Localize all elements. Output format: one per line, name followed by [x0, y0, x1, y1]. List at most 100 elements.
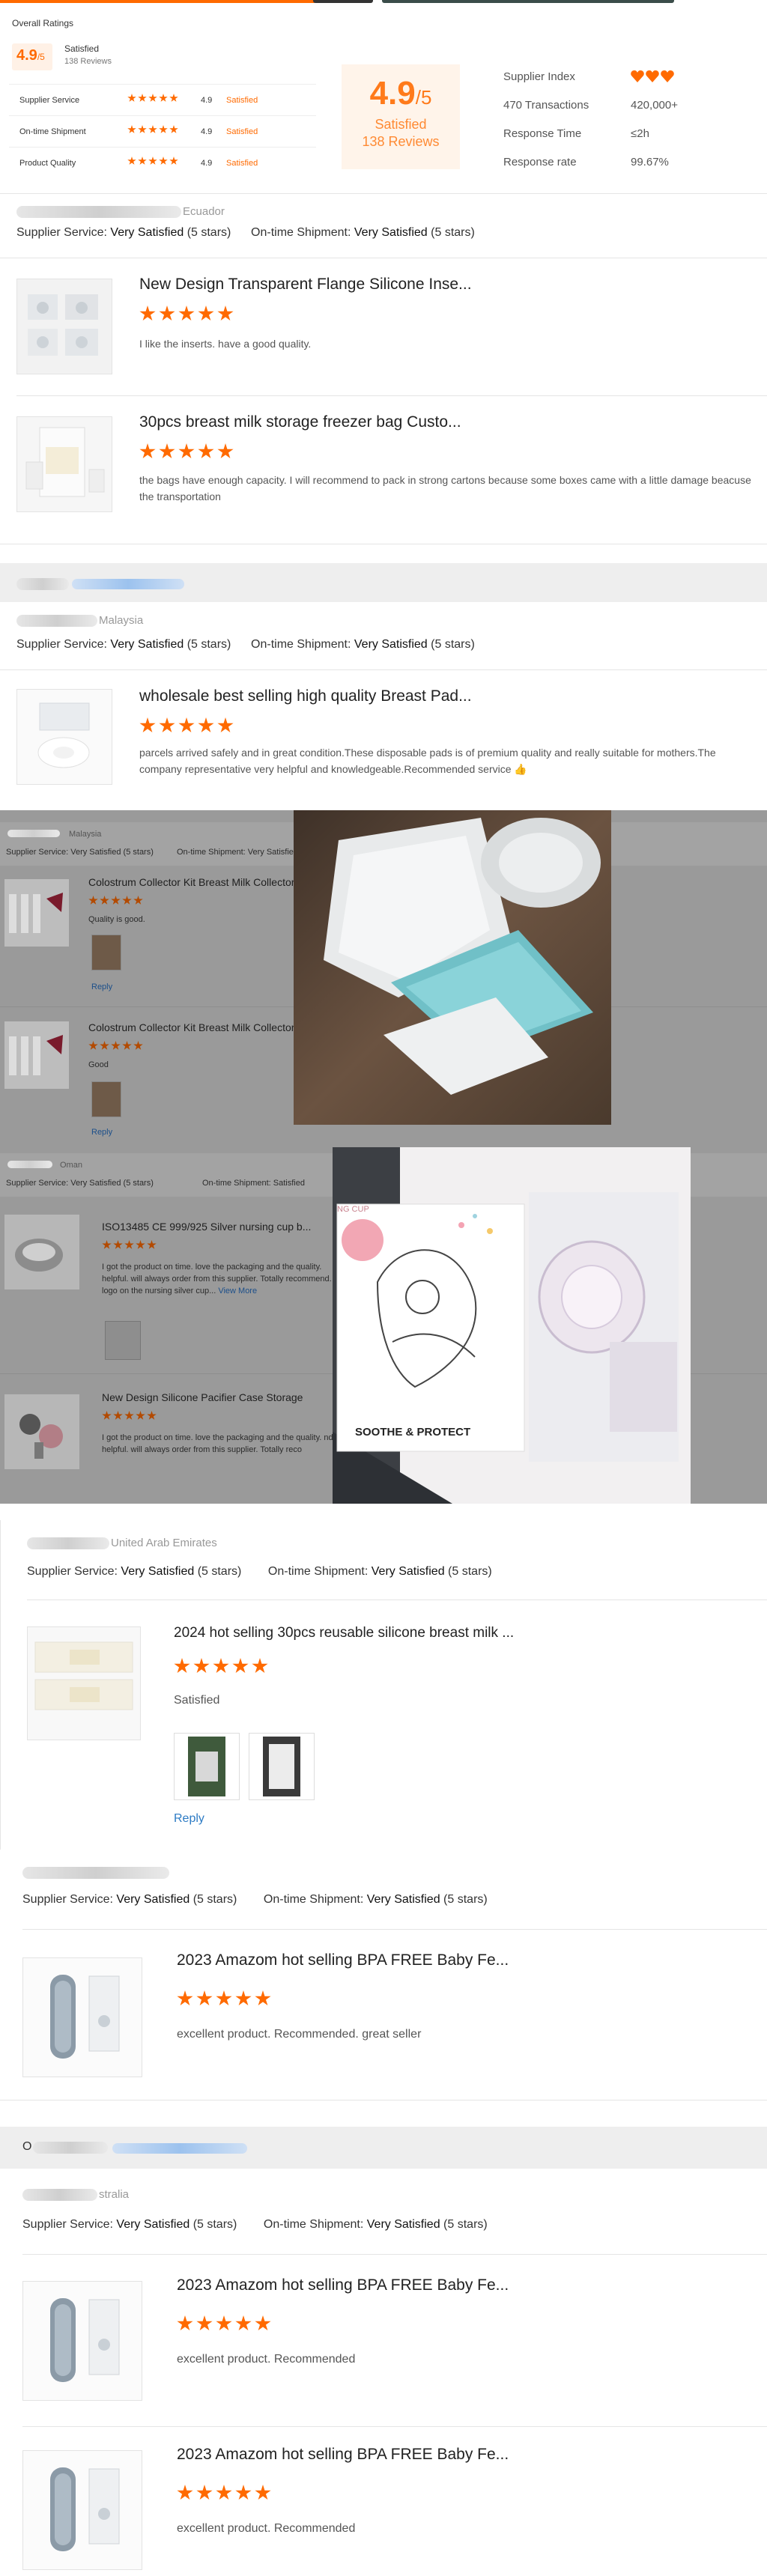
rating-text: Satisfied: [226, 127, 258, 136]
star-icon: [124, 1240, 134, 1249]
service-ratings: Supplier Service: Very Satisfied (5 star…: [6, 1179, 154, 1188]
star-icon: [169, 157, 178, 165]
review-stars: [139, 306, 237, 326]
blurred-name: [16, 206, 181, 219]
star-icon: [196, 2315, 213, 2331]
transactions-value: 420,000+: [631, 99, 678, 112]
review-comment: parcels arrived safely and in great cond…: [139, 747, 716, 775]
star-icon: [124, 1411, 134, 1420]
baby-feeder-image: [23, 2451, 142, 2569]
product-title-link[interactable]: wholesale best selling high quality Brea…: [139, 687, 472, 705]
product-title-link[interactable]: ISO13485 CE 999/925 Silver nursing cup b…: [102, 1221, 311, 1233]
product-thumbnail[interactable]: [16, 416, 112, 512]
review-stars: [88, 896, 145, 909]
product-thumbnail[interactable]: [4, 1021, 69, 1089]
review-comment: I got the product on time. love the pack…: [102, 1433, 333, 1454]
service-ratings: Supplier Service: Very Satisfied (5 star…: [6, 848, 154, 857]
review-comment: the bags have enough capacity. I will re…: [139, 474, 751, 502]
rating-row: On-time Shipment 4.9 Satisfied: [9, 115, 316, 147]
rating-row: Supplier Service 4.9 Satisfied: [9, 84, 316, 115]
product-title-link[interactable]: New Design Transparent Flange Silicone I…: [139, 276, 472, 294]
star-rating: [127, 125, 180, 136]
score-chip: 4.9/5: [12, 43, 52, 70]
blurred-name: [22, 2189, 97, 2202]
star-icon: [159, 125, 168, 133]
flange-inserts-image: [17, 279, 112, 374]
review-comment: excellent product. Recommended: [177, 2353, 356, 2366]
shipment-ratings: On-time Shipment: Very Satisfied: [177, 848, 299, 857]
service-ratings: Supplier Service: Very Satisfied (5 star…: [16, 226, 475, 239]
response-time-value: ≤2h: [631, 127, 649, 140]
order-number-link[interactable]: [112, 2143, 247, 2154]
star-icon: [198, 443, 214, 459]
product-title-link[interactable]: 2023 Amazom hot selling BPA FREE Baby Fe…: [177, 2446, 509, 2464]
product-title-link[interactable]: Colostrum Collector Kit Breast Milk Coll…: [88, 1021, 294, 1033]
service-ratings: Supplier Service: Very Satisfied (5 star…: [16, 638, 475, 651]
review-photo-thumbnail[interactable]: [91, 935, 121, 970]
review-photo-thumbnail[interactable]: [249, 1733, 315, 1800]
star-icon: [138, 157, 147, 165]
star-icon: [213, 1658, 229, 1674]
response-rate-row: Response rate 99.67%: [503, 148, 728, 177]
product-thumbnail[interactable]: [4, 879, 69, 947]
product-title-link[interactable]: 2023 Amazom hot selling BPA FREE Baby Fe…: [177, 1951, 509, 1969]
review-photo-thumbnail[interactable]: [91, 1081, 121, 1117]
order-number-link[interactable]: [72, 579, 184, 589]
top-tab-indicator: [0, 0, 767, 4]
breast-pad-image: [17, 690, 112, 784]
review-photo-thumbnail[interactable]: [174, 1733, 240, 1800]
rating-label: On-time Shipment: [19, 127, 86, 136]
overall-ratings: Overall Ratings 4.9/5 Satisfied 138 Revi…: [0, 10, 767, 193]
review-photo-thumbnail[interactable]: [105, 1321, 141, 1360]
view-more-link[interactable]: View More: [218, 1287, 257, 1295]
product-title-link[interactable]: 30pcs breast milk storage freezer bag Cu…: [139, 413, 461, 431]
star-icon: [113, 1411, 123, 1420]
product-thumbnail[interactable]: [22, 2281, 142, 2401]
rating-breakdown: Supplier Service 4.9 Satisfied On-time S…: [9, 84, 316, 178]
product-title-link[interactable]: Colostrum Collector Kit Breast Milk Coll…: [88, 876, 294, 888]
heart-icon: [646, 70, 659, 82]
star-icon: [147, 1411, 157, 1420]
product-thumbnail[interactable]: [16, 279, 112, 374]
buyer-name: stralia: [22, 2188, 129, 2202]
reply-link[interactable]: Reply: [174, 1812, 204, 1826]
star-icon: [196, 2485, 213, 2500]
section-title: Overall Ratings: [12, 18, 74, 28]
product-thumbnail[interactable]: [22, 2450, 142, 2570]
response-rate-label: Response rate: [503, 156, 577, 168]
star-icon: [88, 896, 98, 905]
product-thumbnail[interactable]: [22, 1957, 142, 2077]
review-photo-preview[interactable]: [294, 810, 611, 1125]
photo-box-text: NG CUP: [337, 1205, 369, 1214]
product-thumbnail[interactable]: [16, 689, 112, 785]
review-comment: Good: [88, 1060, 109, 1069]
star-icon: [122, 896, 132, 905]
product-thumbnail[interactable]: [27, 1626, 141, 1740]
breast-pads-photo: [294, 810, 611, 1125]
star-icon: [235, 2315, 252, 2331]
star-icon: [159, 157, 168, 165]
vertical-divider: [0, 1520, 1, 1850]
review-comment: excellent product. Recommended: [177, 2522, 356, 2535]
star-rating: [127, 94, 180, 105]
star-icon: [111, 896, 121, 905]
product-title-link[interactable]: 2023 Amazom hot selling BPA FREE Baby Fe…: [177, 2276, 509, 2294]
star-rating: [127, 157, 180, 168]
reply-link[interactable]: Reply: [91, 1128, 112, 1137]
big-reviews: 138 Reviews: [362, 134, 440, 149]
pacifier-case-image: [19, 1414, 63, 1459]
review-stars: [88, 1041, 145, 1054]
review-stars: [177, 2315, 274, 2336]
reply-link[interactable]: Reply: [91, 982, 112, 991]
product-thumbnail[interactable]: [4, 1215, 79, 1289]
product-title-link[interactable]: New Design Silicone Pacifier Case Storag…: [102, 1391, 303, 1403]
star-icon: [198, 717, 214, 733]
star-icon: [178, 306, 195, 321]
product-title-link[interactable]: 2024 hot selling 30pcs reusable silicone…: [174, 1625, 514, 1641]
review-photo-preview[interactable]: SOOTHE & PROTECT NG CUP: [333, 1147, 691, 1504]
star-icon: [100, 1041, 109, 1050]
product-thumbnail[interactable]: [4, 1394, 79, 1469]
star-icon: [148, 94, 157, 102]
rating-label: Supplier Service: [19, 96, 80, 105]
star-icon: [255, 2315, 271, 2331]
